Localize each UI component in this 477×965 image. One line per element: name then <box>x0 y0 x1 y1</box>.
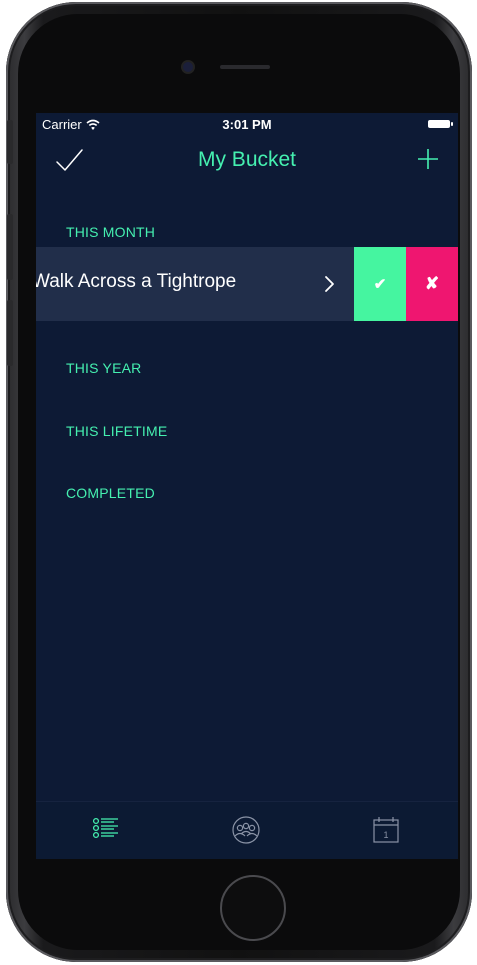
calendar-day: 1 <box>383 830 388 840</box>
section-header-completed: COMPLETED <box>66 485 155 501</box>
friends-icon <box>232 816 260 844</box>
earpiece-speaker <box>220 65 270 69</box>
mute-switch <box>7 120 13 164</box>
plus-icon[interactable] <box>416 147 440 171</box>
tab-bar: 1 <box>36 801 458 859</box>
item-label: Walk Across a Tightrope <box>36 271 237 292</box>
page-title: My Bucket <box>197 148 297 171</box>
home-button[interactable] <box>220 875 286 941</box>
battery-icon <box>428 120 453 128</box>
status-bar: Carrier 3:01 PM <box>36 113 458 135</box>
list-item[interactable]: Walk Across a Tightrope ✔ ✘ <box>36 247 458 321</box>
tab-friends[interactable] <box>228 812 264 848</box>
section-header-this-year: THIS YEAR <box>66 360 142 376</box>
checkmark-icon: ✔ <box>373 276 387 293</box>
app-screen: Carrier 3:01 PM My Bucket THIS MONTH Wal… <box>36 113 458 859</box>
volume-down-button <box>7 300 13 366</box>
section-header-this-month: THIS MONTH <box>66 224 156 240</box>
volume-up-button <box>7 214 13 280</box>
navigation-bar: My Bucket <box>36 135 458 185</box>
chevron-right-icon <box>325 276 334 292</box>
delete-button[interactable]: ✘ <box>406 247 458 321</box>
cross-icon: ✘ <box>424 274 440 293</box>
front-camera <box>183 62 193 72</box>
complete-button[interactable]: ✔ <box>354 247 406 321</box>
section-header-this-lifetime: THIS LIFETIME <box>66 423 168 439</box>
status-time: 3:01 PM <box>222 117 272 132</box>
tab-list[interactable] <box>88 812 124 848</box>
list-icon <box>92 817 118 839</box>
tab-calendar[interactable]: 1 <box>368 812 404 848</box>
